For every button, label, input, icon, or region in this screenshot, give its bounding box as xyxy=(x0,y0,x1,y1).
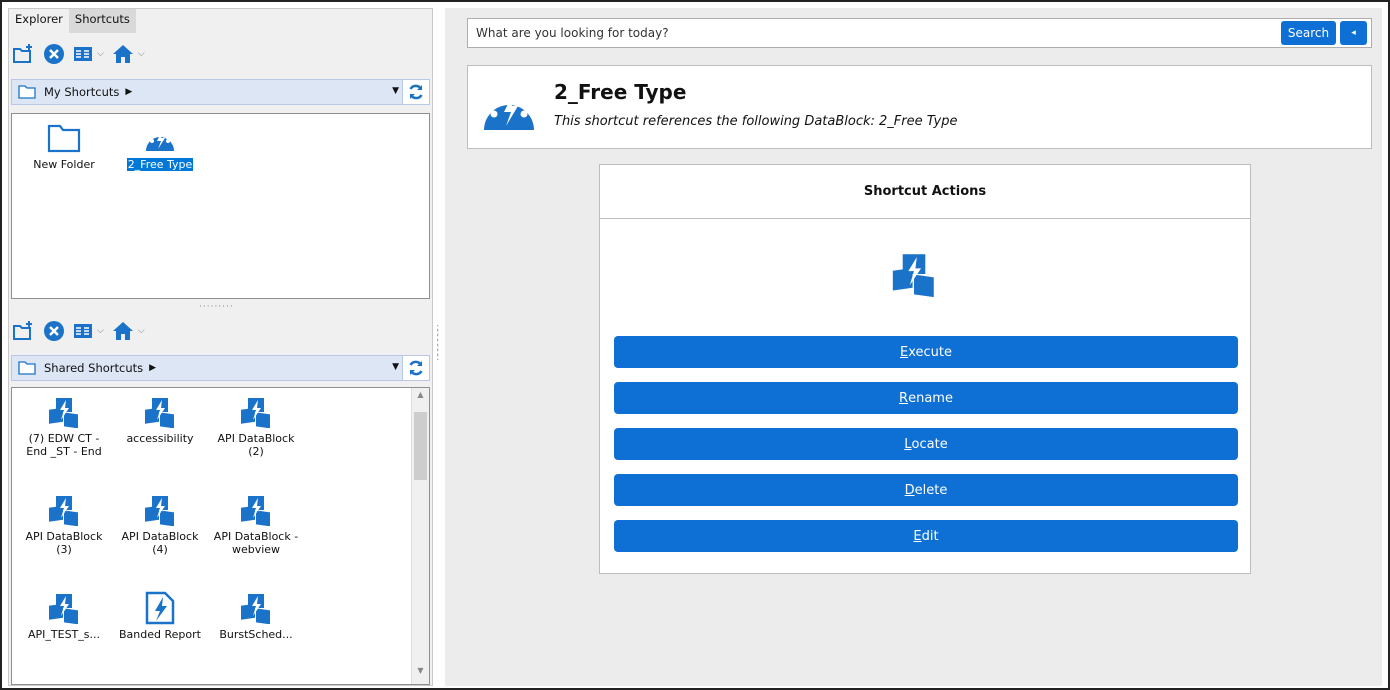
report-icon xyxy=(112,590,208,626)
free-type-icon xyxy=(112,120,208,156)
path-arrow-icon[interactable]: ▶ xyxy=(149,363,156,373)
item-label: New Folder xyxy=(33,158,95,171)
list-item-new-folder[interactable]: New Folder xyxy=(16,120,112,171)
folder-icon xyxy=(18,85,36,99)
edit-label: dit xyxy=(921,528,939,544)
list-item[interactable]: API DataBlock - webview xyxy=(208,492,304,556)
actions-title: Shortcut Actions xyxy=(600,165,1250,219)
my-shortcuts-toolbar: ⌵ ⌵ xyxy=(11,39,145,69)
delete-icon[interactable] xyxy=(43,320,65,342)
list-item[interactable]: (7) EDW CT - End _ST - End xyxy=(16,394,112,458)
folder-icon xyxy=(18,361,36,375)
refresh-icon[interactable] xyxy=(402,356,429,380)
datablock-icon xyxy=(16,590,112,626)
execute-label: xecute xyxy=(908,344,952,360)
edit-button[interactable]: Edit xyxy=(614,520,1238,552)
edit-mnemonic: E xyxy=(913,528,922,544)
list-item[interactable]: Banded Report xyxy=(112,590,208,641)
item-label: BurstSched... xyxy=(219,628,293,641)
right-panel: Search ◂ 2_Free Type This shortcut refer… xyxy=(445,8,1382,686)
execute-button[interactable]: Execute xyxy=(614,336,1238,368)
view-dropdown-icon[interactable]: ⌵ xyxy=(97,326,104,336)
list-item[interactable]: BurstSched... xyxy=(208,590,304,641)
datablock-icon xyxy=(208,590,304,626)
collapse-button[interactable]: ◂ xyxy=(1340,21,1367,45)
rename-label: ename xyxy=(908,390,953,406)
home-dropdown-icon[interactable]: ⌵ xyxy=(138,326,145,336)
scroll-thumb[interactable] xyxy=(414,412,427,480)
new-folder-icon[interactable] xyxy=(11,43,35,65)
page-title: 2_Free Type xyxy=(554,80,687,104)
home-icon[interactable] xyxy=(112,44,134,64)
vertical-splitter[interactable]: ::::::: xyxy=(436,323,439,363)
search-input[interactable] xyxy=(468,19,1278,47)
my-shortcuts-path-label: My Shortcuts xyxy=(44,85,120,99)
list-item[interactable]: API DataBlock (3) xyxy=(16,492,112,556)
datablock-icon xyxy=(112,492,208,528)
panel-splitter[interactable]: ········· xyxy=(199,302,234,312)
item-label: API DataBlock (4) xyxy=(121,530,199,556)
left-panel: Explorer Shortcuts ⌵ ⌵ My Shortcuts ▶ ▼ xyxy=(8,8,433,686)
shared-shortcuts-path-label: Shared Shortcuts xyxy=(44,361,144,375)
item-label: API DataBlock - webview xyxy=(213,530,299,556)
datablock-icon xyxy=(16,492,112,528)
list-item[interactable]: API_TEST_s... xyxy=(16,590,112,641)
locate-button[interactable]: Locate xyxy=(614,428,1238,460)
datablock-icon xyxy=(208,394,304,430)
delete-icon[interactable] xyxy=(43,43,65,65)
item-label: API_TEST_s... xyxy=(28,628,100,641)
list-item[interactable]: API DataBlock (2) xyxy=(208,394,304,458)
view-dropdown-icon[interactable]: ⌵ xyxy=(97,49,104,59)
item-label: accessibility xyxy=(126,432,194,445)
rename-mnemonic: R xyxy=(899,390,909,406)
datablock-icon xyxy=(890,251,938,300)
delete-button[interactable]: Delete xyxy=(614,474,1238,506)
shared-shortcuts-toolbar: ⌵ ⌵ xyxy=(11,316,145,346)
list-item[interactable]: API DataBlock (4) xyxy=(112,492,208,556)
delete-mnemonic: D xyxy=(904,482,915,498)
view-icon[interactable] xyxy=(73,46,93,62)
delete-label: elete xyxy=(914,482,948,498)
new-folder-icon[interactable] xyxy=(11,320,35,342)
shortcut-header: 2_Free Type This shortcut references the… xyxy=(467,65,1372,149)
shared-shortcuts-view: (7) EDW CT - End _ST - End accessibility… xyxy=(11,387,430,685)
refresh-icon[interactable] xyxy=(402,80,429,104)
shortcut-actions-panel: Shortcut Actions Execute Rename Locate D… xyxy=(599,164,1251,574)
view-icon[interactable] xyxy=(73,323,93,339)
path-dropdown-icon[interactable]: ▼ xyxy=(392,362,399,372)
item-label: 2_Free Type xyxy=(125,157,195,172)
folder-icon xyxy=(16,120,112,156)
search-box: Search ◂ xyxy=(467,18,1372,48)
item-label: API DataBlock (3) xyxy=(25,530,103,556)
datablock-icon xyxy=(112,394,208,430)
locate-label: ocate xyxy=(911,436,948,452)
execute-mnemonic: E xyxy=(900,344,909,360)
rename-button[interactable]: Rename xyxy=(614,382,1238,414)
home-dropdown-icon[interactable]: ⌵ xyxy=(138,49,145,59)
tab-strip: Explorer Shortcuts xyxy=(9,9,136,33)
my-shortcuts-view: New Folder 2_Free Type xyxy=(11,113,430,299)
tab-shortcuts[interactable]: Shortcuts xyxy=(68,9,136,33)
search-button[interactable]: Search xyxy=(1281,21,1336,45)
scrollbar[interactable]: ▲ ▼ xyxy=(411,388,429,684)
item-label: API DataBlock (2) xyxy=(217,432,295,458)
item-label: Banded Report xyxy=(119,628,201,641)
locate-mnemonic: L xyxy=(904,436,912,452)
item-label: (7) EDW CT - End _ST - End xyxy=(26,432,102,458)
datablock-icon xyxy=(208,492,304,528)
path-arrow-icon[interactable]: ▶ xyxy=(125,87,132,97)
free-type-icon xyxy=(480,80,538,137)
datablock-icon xyxy=(16,394,112,430)
scroll-down-icon[interactable]: ▼ xyxy=(412,666,429,682)
shared-shortcuts-pathbar[interactable]: Shared Shortcuts ▶ ▼ xyxy=(11,355,430,381)
list-item[interactable]: accessibility xyxy=(112,394,208,445)
page-subtitle: This shortcut references the following D… xyxy=(554,114,958,129)
my-shortcuts-pathbar[interactable]: My Shortcuts ▶ ▼ xyxy=(11,79,430,105)
home-icon[interactable] xyxy=(112,321,134,341)
path-dropdown-icon[interactable]: ▼ xyxy=(392,86,399,96)
tab-explorer[interactable]: Explorer xyxy=(9,9,69,33)
list-item-2-free-type[interactable]: 2_Free Type xyxy=(112,120,208,172)
scroll-up-icon[interactable]: ▲ xyxy=(412,390,429,406)
